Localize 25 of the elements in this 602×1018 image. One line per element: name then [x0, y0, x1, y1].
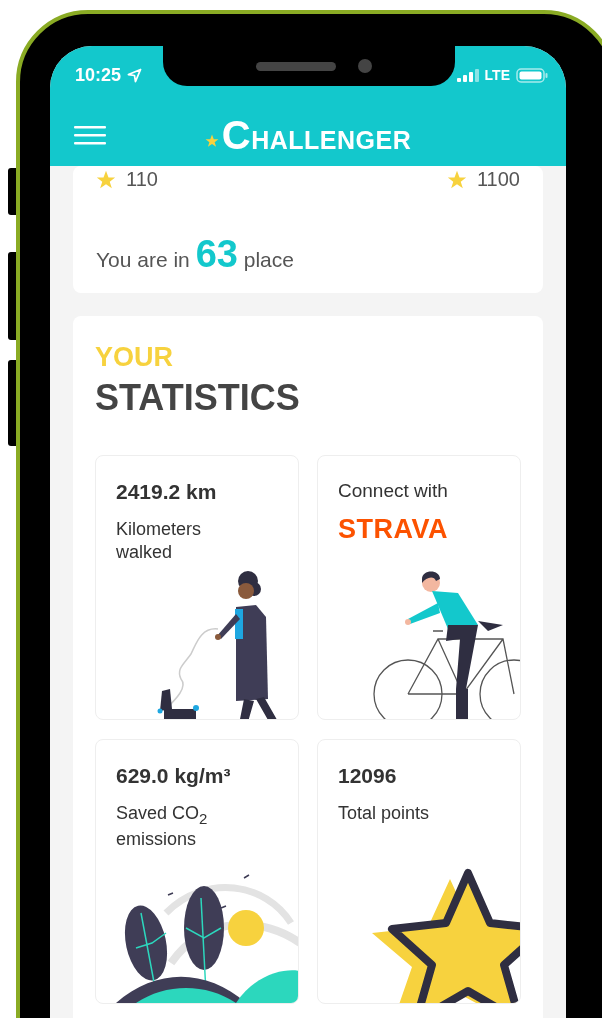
star-icon	[96, 169, 116, 190]
stat-value: 12096	[338, 764, 397, 788]
menu-icon	[74, 125, 106, 145]
star-icon	[447, 169, 467, 190]
stat-tile[interactable]: Connect with STRAVA	[317, 455, 521, 720]
star-icon	[204, 133, 219, 148]
stat-label: Kilometers walked	[116, 518, 203, 565]
signal-icon	[456, 68, 479, 82]
points-value: 110	[126, 168, 158, 191]
location-arrow-icon	[127, 67, 143, 83]
stat-label: Saved CO$_{2}$ emissions	[116, 802, 209, 852]
section-title: STATISTICS	[95, 377, 301, 419]
battery-icon	[516, 67, 548, 83]
place-text: You are in 63 place	[96, 233, 295, 276]
camera-dot	[358, 59, 372, 73]
stat-label: Total points	[338, 802, 430, 825]
menu-button[interactable]	[72, 123, 108, 147]
section-subtitle: YOUR	[95, 342, 174, 373]
connect-label: Connect with	[338, 480, 448, 502]
brand-logo: CHALLENGER	[221, 112, 412, 158]
points-value: 1100	[477, 168, 520, 191]
stat-value: 629.0 kg/m³	[116, 764, 231, 788]
status-time: 10:25	[75, 64, 122, 86]
network-label: LTE	[484, 67, 510, 83]
stat-value: 2419.2 km	[116, 480, 217, 504]
